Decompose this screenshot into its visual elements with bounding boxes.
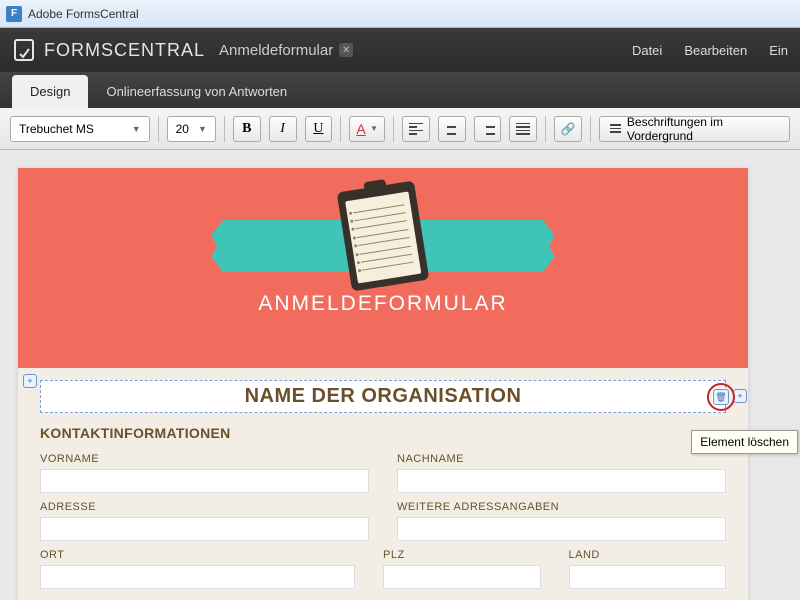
font-family-select[interactable]: Trebuchet MS▼ [10,116,150,142]
input-lastname[interactable] [397,469,726,493]
main-menu: Datei Bearbeiten Ein [632,43,788,58]
window-title: Adobe FormsCentral [28,7,139,21]
lines-icon [610,124,621,133]
trash-icon: 🗑 [715,392,726,403]
label-address2: WEITERE ADRESSANGABEN [397,501,726,513]
menu-file[interactable]: Datei [632,43,662,58]
selected-heading-field[interactable]: + NAME DER ORGANISATION 🗑 + [40,380,726,413]
design-canvas[interactable]: ANMELDEFORMULAR + NAME DER ORGANISATION … [0,150,800,600]
align-right-button[interactable] [474,116,502,142]
clipboard-icon [337,181,430,292]
close-document-icon[interactable]: ✕ [339,43,353,57]
align-justify-icon [516,123,530,135]
tab-row: Design Onlineerfassung von Antworten [0,72,800,108]
contact-heading: KONTAKTINFORMATIONEN [40,425,726,441]
document-title: Anmeldeformular ✕ [219,42,353,59]
form-page: ANMELDEFORMULAR + NAME DER ORGANISATION … [18,168,748,600]
form-body: + NAME DER ORGANISATION 🗑 + KONTAKTINFOR… [18,368,748,600]
form-header-banner: ANMELDEFORMULAR [18,168,748,368]
chevron-down-icon: ▼ [132,124,141,134]
align-center-button[interactable] [438,116,466,142]
format-toolbar: Trebuchet MS▼ 20▼ B I U A▼ 🔗 Beschriftun… [0,108,800,150]
label-address: ADRESSE [40,501,369,513]
input-country[interactable] [569,565,727,589]
menu-settings[interactable]: Ein [769,43,788,58]
input-firstname[interactable] [40,469,369,493]
app-header: FORMSCENTRAL Anmeldeformular ✕ Datei Bea… [0,28,800,72]
align-center-icon [445,123,459,135]
brand-name: FORMSCENTRAL [44,40,205,61]
add-before-handle[interactable]: + [23,374,37,388]
underline-button[interactable]: U [305,116,333,142]
input-zip[interactable] [383,565,541,589]
align-justify-button[interactable] [509,116,537,142]
chevron-down-icon: ▼ [198,124,207,134]
chevron-down-icon: ▼ [370,124,378,133]
labels-foreground-button[interactable]: Beschriftungen im Vordergrund [599,116,790,142]
label-zip: PLZ [383,549,541,561]
bold-button[interactable]: B [233,116,261,142]
delete-tooltip: Element löschen [691,430,798,454]
link-button[interactable]: 🔗 [554,116,582,142]
input-address[interactable] [40,517,369,541]
link-icon: 🔗 [561,122,576,136]
input-address2[interactable] [397,517,726,541]
align-right-icon [481,123,495,135]
label-country: LAND [569,549,727,561]
text-color-button[interactable]: A▼ [349,116,385,142]
formscentral-logo-icon [12,38,36,62]
form-title: ANMELDEFORMULAR [258,292,507,316]
org-heading: NAME DER ORGANISATION [49,385,717,408]
delete-element-button[interactable]: 🗑 [713,389,729,405]
label-lastname: NACHNAME [397,453,726,465]
tab-design[interactable]: Design [12,75,88,108]
add-after-handle[interactable]: + [733,389,747,403]
input-city[interactable] [40,565,355,589]
label-firstname: VORNAME [40,453,369,465]
align-left-icon [409,123,423,135]
tab-responses[interactable]: Onlineerfassung von Antworten [88,75,305,108]
menu-edit[interactable]: Bearbeiten [684,43,747,58]
font-size-select[interactable]: 20▼ [167,116,216,142]
window-titlebar: F Adobe FormsCentral [0,0,800,28]
label-city: ORT [40,549,355,561]
app-icon: F [6,6,22,22]
align-left-button[interactable] [402,116,430,142]
italic-button[interactable]: I [269,116,297,142]
